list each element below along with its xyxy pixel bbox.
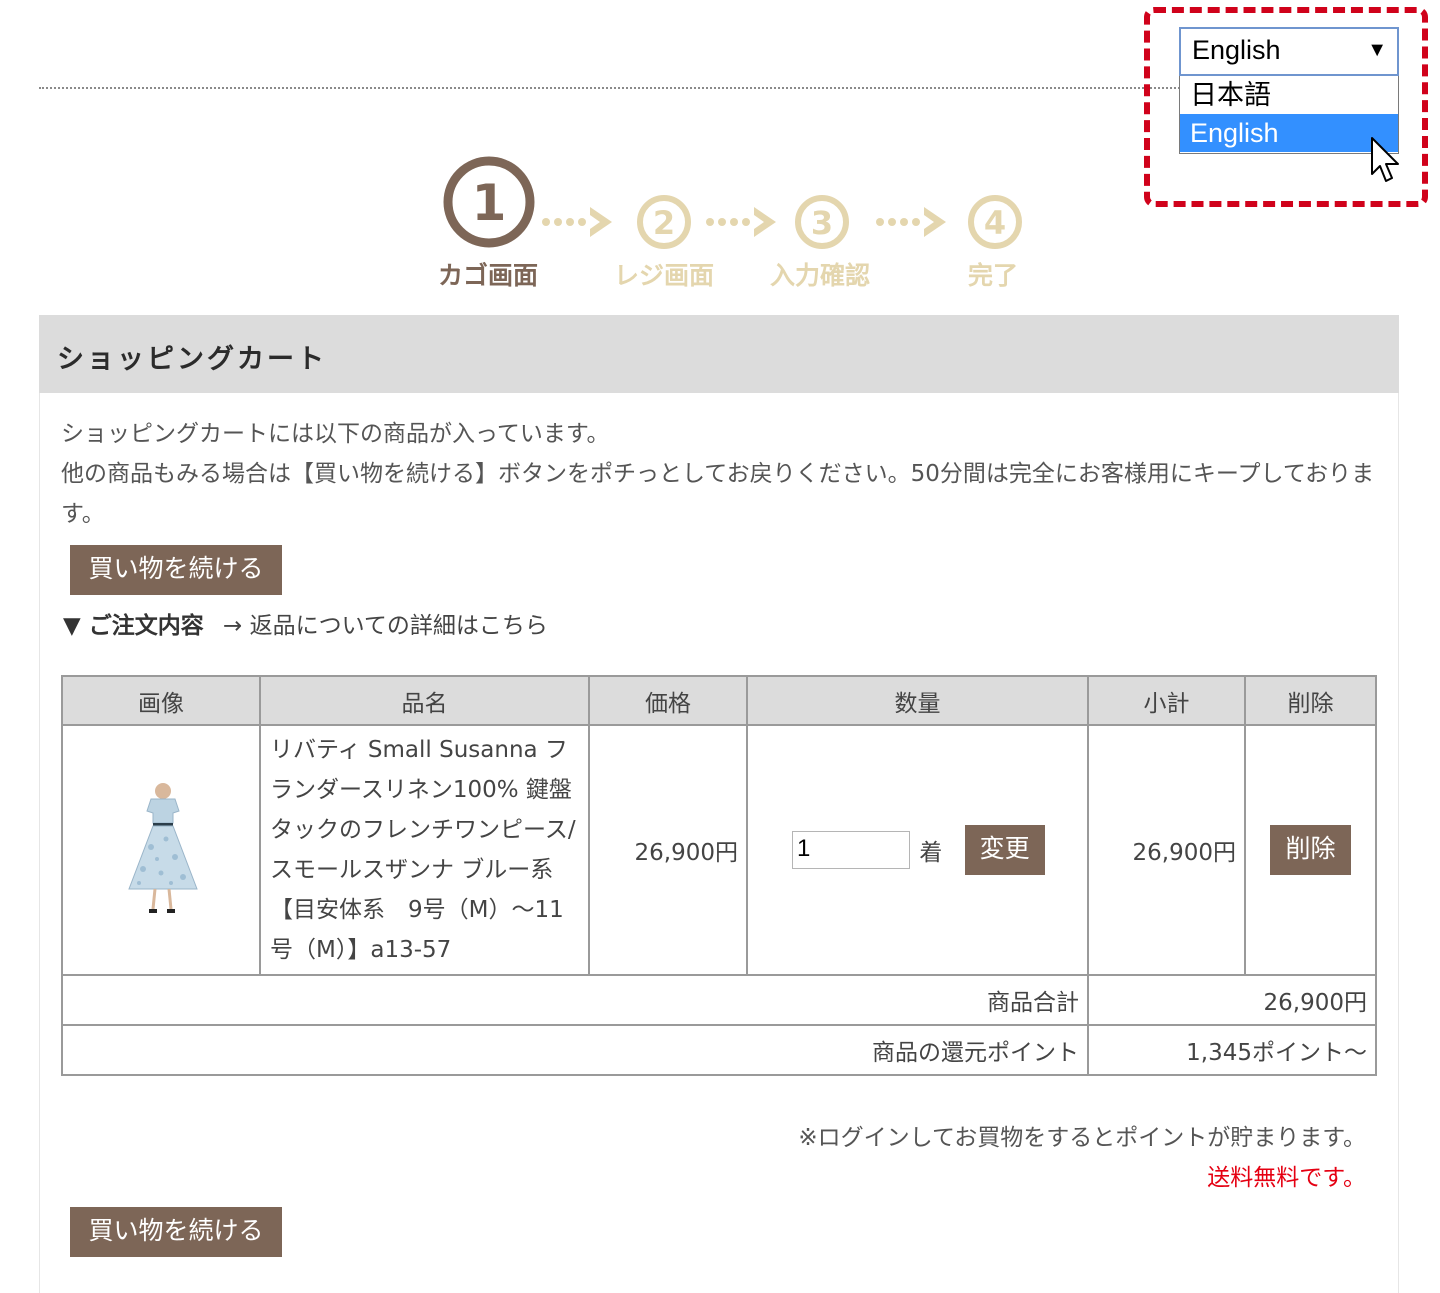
step-3-circle-icon: 3 [795,195,849,249]
step-arrow-icon [706,207,776,237]
points-row: 商品の還元ポイント 1,345ポイント～ [61,1024,1377,1076]
step-4-circle-icon: 4 [968,195,1022,249]
cart-table: 画像 品名 価格 数量 小計 削除 リバティ Small Susanna フラン… [61,675,1377,1076]
product-name[interactable]: リバティ Small Susanna フランダースリネン100% 鍵盤タックのフ… [259,724,590,976]
product-image-cell [61,724,261,976]
change-quantity-button[interactable]: 変更 [964,825,1045,875]
product-price: 26,900円 [588,724,748,976]
cart-intro-line-2: 他の商品もみる場合は【買い物を続ける】ボタンをポチっとしてお戻りください。50分… [61,461,1375,527]
chevron-down-icon: ▼ [1367,39,1387,61]
delete-cell: 削除 [1244,724,1377,976]
continue-shopping-button-bottom[interactable]: 買い物を続ける [70,1207,282,1257]
language-dropdown-list: 日本語 English [1179,76,1399,154]
column-header-subtotal: 小計 [1087,675,1246,726]
step-2-circle-icon: 2 [637,195,691,249]
step-arrow-icon [542,207,612,237]
svg-text:3: 3 [811,204,833,242]
svg-text:2: 2 [653,204,675,242]
quantity-cell: 1 着 変更 [746,724,1089,976]
delete-item-button[interactable]: 削除 [1270,825,1351,875]
language-select-value: English [1192,35,1281,65]
checkout-steps-graphic: 1 2 3 4 [443,156,1022,249]
language-select[interactable]: English ▼ [1179,27,1399,76]
column-header-image: 画像 [61,675,261,726]
points-value: 1,345ポイント～ [1087,1024,1377,1076]
mouse-cursor-icon [1371,137,1399,182]
column-header-name: 品名 [259,675,590,726]
step-arrow-icon [876,207,946,237]
cart-panel-header: ショッピングカート [39,315,1399,393]
step-1-circle-icon: 1 [443,156,535,248]
order-heading-row: ▼ ご注文内容 → 返品についての詳細はこちら [63,606,548,640]
product-image[interactable] [111,777,211,917]
order-heading: ▼ ご注文内容 [63,613,204,639]
points-label: 商品の還元ポイント [61,1024,1089,1076]
return-policy-link[interactable]: → 返品についての詳細はこちら [223,613,548,639]
step-4-label: 完了 [968,261,1019,290]
step-3-label: 入力確認 [770,261,871,290]
login-points-note: ※ログインしてお買物をするとポイントが貯まります。 [798,1125,1366,1151]
cart-table-header-row: 画像 品名 価格 数量 小計 削除 [61,675,1377,726]
table-row: リバティ Small Susanna フランダースリネン100% 鍵盤タックのフ… [61,724,1377,976]
total-row: 商品合計 26,900円 [61,974,1377,1026]
item-subtotal: 26,900円 [1087,724,1246,976]
column-header-delete: 削除 [1244,675,1377,726]
svg-text:1: 1 [472,174,507,232]
page-title: ショッピングカート [57,344,327,375]
cart-intro-line-1: ショッピングカートには以下の商品が入っています。 [61,421,610,447]
cart-intro-text: ショッピングカートには以下の商品が入っています。 他の商品もみる場合は【買い物を… [61,414,1381,534]
language-option-english[interactable]: English [1180,114,1398,152]
svg-text:4: 4 [984,204,1006,242]
step-2-label: レジ画面 [614,261,715,290]
total-label: 商品合計 [61,974,1089,1026]
step-1-label: カゴ画面 [438,261,539,290]
column-header-price: 価格 [588,675,748,726]
free-shipping-notice: 送料無料です。 [1207,1165,1366,1191]
total-value: 26,900円 [1087,974,1377,1026]
continue-shopping-button-top[interactable]: 買い物を続ける [70,545,282,595]
quantity-input[interactable]: 1 [792,831,910,869]
column-header-quantity: 数量 [746,675,1089,726]
checkout-steps: 1 2 3 4 カゴ画面 レジ画面 入力確認 完了 [430,150,1050,290]
language-option-japanese[interactable]: 日本語 [1180,76,1398,114]
quantity-unit: 着 [919,840,943,866]
